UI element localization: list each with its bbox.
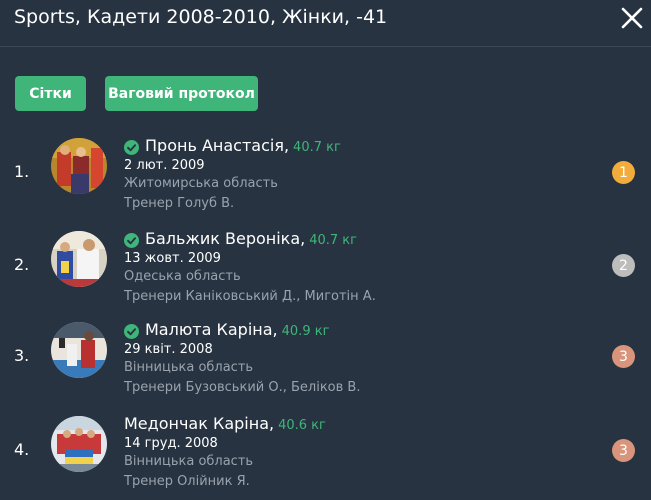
athlete-dob: 14 груд. 2008	[124, 436, 218, 451]
rank-number: 3.	[14, 346, 30, 365]
athlete-coach: Тренери Каніковський Д., Миготін А.	[124, 289, 376, 304]
athlete-region: Одеська область	[124, 269, 241, 284]
athlete-dob: 2 лют. 2009	[124, 158, 205, 173]
athlete-weight: 40.7 кг	[309, 233, 357, 248]
verified-check-icon	[124, 232, 139, 248]
athlete-coach: Тренери Бузовський О., Беліков В.	[124, 380, 361, 395]
place-badge: 1	[612, 161, 635, 184]
athlete-region: Вінницька область	[124, 454, 254, 469]
athlete-row: 1. Пронь Анастасія, 40.7 кг 2 лют. 2009 …	[0, 132, 651, 222]
athlete-weight: 40.6 кг	[278, 418, 326, 433]
place-badge: 3	[612, 439, 635, 462]
athlete-name[interactable]: Бальжик Вероніка	[145, 229, 300, 248]
athlete-coach: Тренер Голуб В.	[124, 196, 235, 211]
grids-button[interactable]: Сітки	[15, 76, 86, 111]
rank-number: 1.	[14, 162, 30, 181]
avatar	[51, 138, 107, 194]
athlete-row: 3. Малюта Каріна, 40.9 кг 29 квіт. 2008 …	[0, 316, 651, 406]
avatar	[51, 416, 107, 472]
athlete-dob: 29 квіт. 2008	[124, 342, 213, 357]
athlete-row: 4. Медончак Каріна, 40.6 кг 14 груд. 200…	[0, 410, 651, 500]
verified-check-icon	[124, 323, 139, 339]
weigh-in-protocol-button[interactable]: Ваговий протокол	[105, 76, 258, 111]
athlete-weight: 40.9 кг	[281, 324, 330, 339]
dialog-title: Sports, Кадети 2008-2010, Жінки, -41	[14, 6, 388, 28]
athlete-weight: 40.7 кг	[293, 140, 341, 155]
athlete-dob: 13 жовт. 2009	[124, 251, 221, 266]
athlete-region: Вінницька область	[124, 360, 254, 375]
close-icon[interactable]	[620, 6, 644, 30]
avatar	[51, 231, 107, 287]
athlete-region: Житомирська область	[124, 176, 278, 191]
place-badge: 3	[612, 345, 635, 368]
athlete-coach: Тренер Олійник Я.	[124, 474, 250, 489]
athlete-name[interactable]: Пронь Анастасія	[145, 136, 284, 155]
rank-number: 2.	[14, 255, 30, 274]
athlete-row: 2. Бальжик Вероніка, 40.7 кг 13 жовт. 20…	[0, 225, 651, 315]
verified-check-icon	[124, 139, 139, 155]
avatar	[51, 322, 107, 378]
athlete-name[interactable]: Малюта Каріна	[145, 320, 273, 339]
rank-number: 4.	[14, 440, 30, 459]
athlete-name[interactable]: Медончак Каріна	[124, 414, 269, 433]
place-badge: 2	[612, 254, 635, 277]
dialog-header: Sports, Кадети 2008-2010, Жінки, -41	[0, 0, 651, 47]
